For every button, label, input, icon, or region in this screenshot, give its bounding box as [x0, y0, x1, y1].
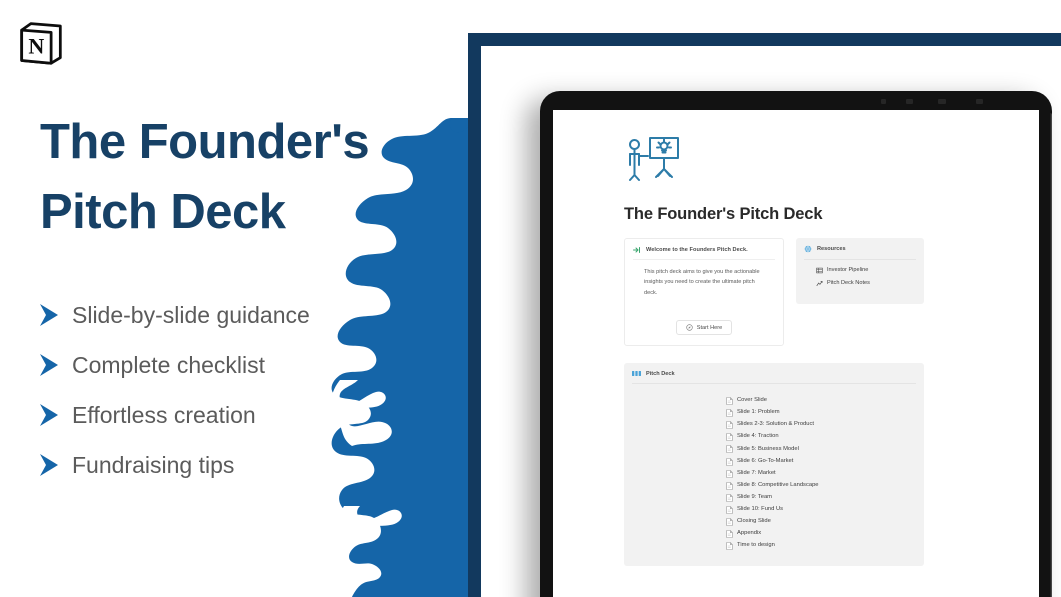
start-here-label: Start Here — [696, 324, 723, 331]
slide-list-item[interactable]: Slide 9: Team — [726, 492, 916, 504]
slide-label: Cover Slide — [737, 397, 767, 404]
start-here-wrapper: Start Here — [633, 320, 775, 336]
slide-label: Slide 8: Competitive Landscape — [737, 481, 819, 488]
tablet-sensor-icon — [881, 99, 886, 104]
slide-list-item[interactable]: Slide 8: Competitive Landscape — [726, 480, 916, 492]
slide-label: Slide 4: Traction — [737, 433, 779, 440]
feature-label: Effortless creation — [72, 401, 256, 428]
slide-list-item[interactable]: Slide 5: Business Model — [726, 443, 916, 455]
tablet-device-mockup: The Founder's Pitch Deck Welcome to the … — [540, 91, 1052, 597]
pitch-deck-header: Pitch Deck — [632, 370, 916, 385]
arrow-right-icon — [40, 404, 58, 426]
pitch-deck-heading: Pitch Deck — [646, 370, 675, 377]
tablet-speaker-icon — [938, 99, 946, 104]
svg-text:N: N — [28, 34, 44, 59]
notion-page: The Founder's Pitch Deck Welcome to the … — [624, 136, 1019, 567]
document-icon — [726, 445, 733, 454]
slide-label: Time to design — [737, 542, 775, 549]
headline-line-2: Pitch Deck — [40, 184, 286, 239]
document-icon — [726, 481, 733, 490]
document-icon — [726, 506, 733, 514]
slide-label: Slide 10: Fund Us — [737, 506, 784, 513]
document-icon — [726, 457, 733, 466]
feature-label: Fundraising tips — [72, 451, 235, 478]
slide-list-item[interactable]: Closing Slide — [726, 516, 916, 528]
slide-label: Slide 1: Problem — [737, 409, 780, 416]
feature-list: Slide-by-slide guidance Complete checkli… — [38, 290, 438, 490]
list-item: Effortless creation — [38, 390, 438, 440]
presentation-person-icon — [629, 137, 679, 181]
notion-page-title: The Founder's Pitch Deck — [624, 205, 823, 223]
resources-card: Resources Investor Pipeline Pitch Deck N… — [796, 238, 924, 304]
document-icon — [726, 409, 733, 417]
slide-list-item[interactable]: Slides 2-3: Solution & Product — [726, 419, 916, 431]
headline-line-1: The Founder's — [40, 115, 370, 169]
slide-label: Closing Slide — [737, 518, 771, 525]
gallery-grid-icon — [632, 371, 641, 377]
document-icon — [726, 421, 733, 430]
tablet-camera-icon — [906, 99, 913, 104]
tablet-screen: The Founder's Pitch Deck Welcome to the … — [553, 110, 1039, 597]
chart-line-icon — [816, 280, 823, 287]
list-item: Fundraising tips — [38, 440, 438, 490]
list-item: Complete checklist — [38, 340, 438, 390]
slide-label: Slides 2-3: Solution & Product — [737, 421, 815, 428]
slide-list-item[interactable]: Appendix — [726, 528, 916, 540]
document-icon — [726, 433, 733, 442]
callout-arrow-icon — [633, 247, 640, 253]
resources-heading: Resources — [817, 246, 846, 252]
promo-banner: N The Founder's Pitch Deck Slide-by-slid… — [0, 0, 1061, 597]
start-here-button[interactable]: Start Here — [675, 320, 733, 336]
slide-list-item[interactable]: Slide 6: Go-To-Market — [726, 456, 916, 468]
slide-list: Cover Slide Slide 1: Problem Slides 2-3: S… — [632, 384, 916, 552]
document-icon — [726, 397, 733, 405]
slide-list-item[interactable]: Time to design — [726, 540, 916, 552]
slide-label: Slide 5: Business Model — [737, 445, 799, 452]
table-icon — [816, 267, 823, 274]
resource-link-investor-pipeline[interactable]: Investor Pipeline — [816, 267, 916, 274]
document-icon — [726, 469, 733, 478]
resource-link-label: Investor Pipeline — [827, 266, 869, 273]
top-cards-row: Welcome to the Founders Pitch Deck. This… — [624, 238, 1019, 347]
notion-logo: N — [20, 22, 62, 65]
welcome-card: Welcome to the Founders Pitch Deck. This… — [624, 238, 784, 347]
resource-link-pitch-deck-notes[interactable]: Pitch Deck Notes — [816, 280, 916, 287]
list-item: Slide-by-slide guidance — [38, 290, 438, 340]
slide-label: Slide 9: Team — [737, 493, 773, 500]
slide-list-item[interactable]: Slide 1: Problem — [726, 407, 916, 419]
resource-link-label: Pitch Deck Notes — [827, 279, 870, 286]
slide-list-item[interactable]: Slide 7: Market — [726, 468, 916, 480]
arrow-right-icon — [40, 304, 58, 326]
resources-card-header: Resources — [804, 245, 916, 260]
document-icon — [726, 530, 733, 538]
slide-list-item[interactable]: Slide 10: Fund Us — [726, 504, 916, 516]
welcome-heading: Welcome to the Founders Pitch Deck. — [646, 247, 748, 253]
slide-list-item[interactable]: Cover Slide — [726, 395, 916, 407]
slide-list-item[interactable]: Slide 4: Traction — [726, 431, 916, 443]
slide-label: Slide 6: Go-To-Market — [737, 457, 794, 464]
resources-links: Investor Pipeline Pitch Deck Notes — [804, 260, 916, 287]
arrow-right-icon — [40, 354, 58, 376]
page-title: The Founder's Pitch Deck — [40, 108, 440, 247]
feature-label: Complete checklist — [72, 351, 266, 378]
compass-icon — [686, 324, 693, 331]
slide-label: Appendix — [737, 530, 762, 537]
document-icon — [726, 518, 733, 526]
document-icon — [726, 542, 733, 551]
slide-label: Slide 7: Market — [737, 469, 776, 476]
globe-icon — [804, 245, 812, 253]
welcome-card-header: Welcome to the Founders Pitch Deck. — [633, 246, 775, 260]
welcome-body-text: This pitch deck aims to give you the act… — [644, 269, 760, 296]
document-icon — [726, 494, 733, 502]
pitch-deck-panel: Pitch Deck Cover Slide Slide 1: Problem Sl… — [624, 363, 924, 567]
arrow-right-icon — [40, 454, 58, 476]
feature-label: Slide-by-slide guidance — [72, 301, 310, 328]
tablet-sensor-icon — [976, 99, 983, 104]
